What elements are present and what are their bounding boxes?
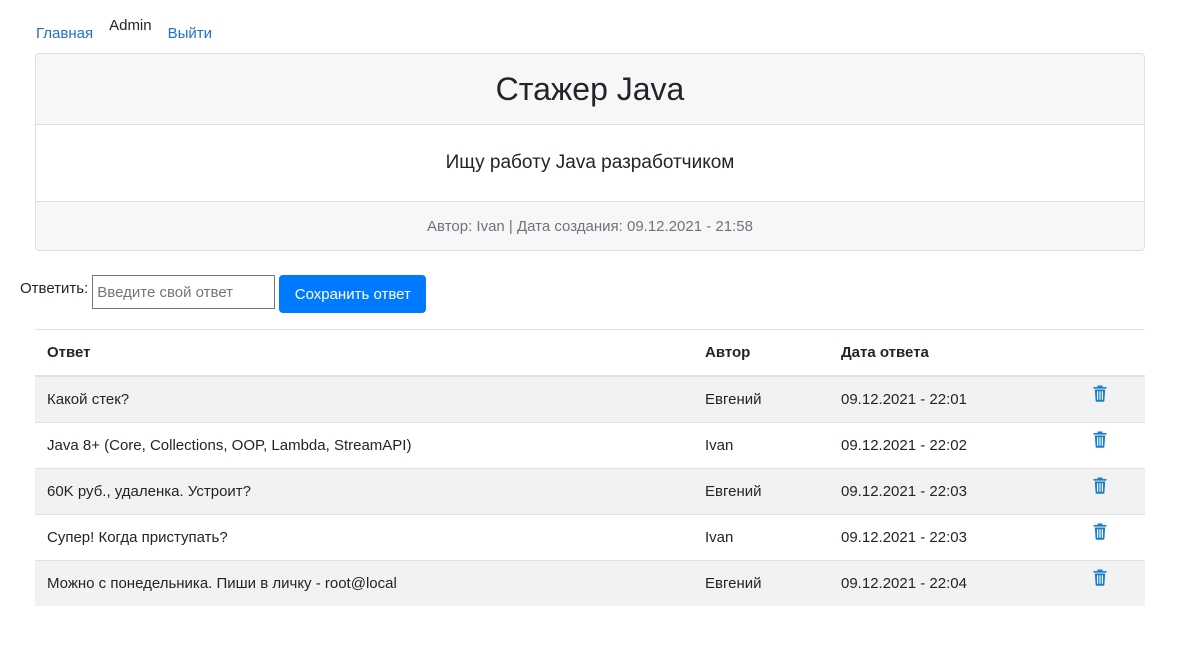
table-row: Какой стек? Евгений 09.12.2021 - 22:01 — [35, 375, 1145, 423]
trash-icon[interactable] — [1093, 431, 1107, 448]
answer-date: 09.12.2021 - 22:03 — [829, 468, 1081, 515]
table-row: Супер! Когда приступать? Ivan 09.12.2021… — [35, 514, 1145, 561]
column-header-actions — [1081, 329, 1145, 377]
row-actions — [1081, 514, 1145, 561]
answer-date: 09.12.2021 - 22:03 — [829, 514, 1081, 561]
answer-date: 09.12.2021 - 22:04 — [829, 560, 1081, 606]
column-header-answer: Ответ — [35, 329, 693, 377]
column-header-date: Дата ответа — [829, 329, 1081, 377]
row-actions — [1081, 468, 1145, 515]
answer-author: Евгений — [693, 560, 829, 606]
top-nav: Главная Admin Выйти — [36, 16, 212, 46]
answer-author: Ivan — [693, 422, 829, 469]
answer-text: Java 8+ (Core, Collections, OOP, Lambda,… — [35, 422, 693, 469]
reply-label: Ответить: — [20, 280, 89, 297]
table-header-row: Ответ Автор Дата ответа — [35, 329, 1145, 377]
table-row: Java 8+ (Core, Collections, OOP, Lambda,… — [35, 422, 1145, 469]
table-row: 60K руб., удаленка. Устроит? Евгений 09.… — [35, 468, 1145, 515]
post-title: Стажер Java — [36, 54, 1144, 125]
answer-text: 60K руб., удаленка. Устроит? — [35, 468, 693, 515]
answer-text: Какой стек? — [35, 375, 693, 423]
answer-text: Можно с понедельника. Пиши в личку - roo… — [35, 560, 693, 606]
answer-author: Евгений — [693, 468, 829, 515]
nav-current-user: Admin — [109, 17, 152, 34]
save-answer-button[interactable]: Сохранить ответ — [279, 275, 427, 313]
trash-icon[interactable] — [1093, 385, 1107, 402]
table-row: Можно с понедельника. Пиши в личку - roo… — [35, 560, 1145, 606]
answer-text: Супер! Когда приступать? — [35, 514, 693, 561]
post-card: Стажер Java Ищу работу Java разработчико… — [35, 53, 1145, 251]
answer-author: Евгений — [693, 375, 829, 423]
trash-icon[interactable] — [1093, 523, 1107, 540]
post-meta: Автор: Ivan | Дата создания: 09.12.2021 … — [36, 201, 1144, 250]
row-actions — [1081, 560, 1145, 606]
post-description: Ищу работу Java разработчиком — [445, 152, 735, 173]
row-actions — [1081, 422, 1145, 469]
trash-icon[interactable] — [1093, 477, 1107, 494]
reply-input[interactable] — [92, 275, 276, 309]
row-actions — [1081, 375, 1145, 423]
answer-date: 09.12.2021 - 22:01 — [829, 375, 1081, 423]
reply-form: Ответить: Сохранить ответ — [20, 275, 427, 313]
trash-icon[interactable] — [1093, 569, 1107, 586]
answers-table: Ответ Автор Дата ответа Какой стек? Евге… — [35, 329, 1145, 606]
nav-logout-link[interactable]: Выйти — [168, 25, 212, 42]
nav-home-link[interactable]: Главная — [36, 25, 93, 42]
column-header-author: Автор — [693, 329, 829, 377]
answer-date: 09.12.2021 - 22:02 — [829, 422, 1081, 469]
answer-author: Ivan — [693, 514, 829, 561]
